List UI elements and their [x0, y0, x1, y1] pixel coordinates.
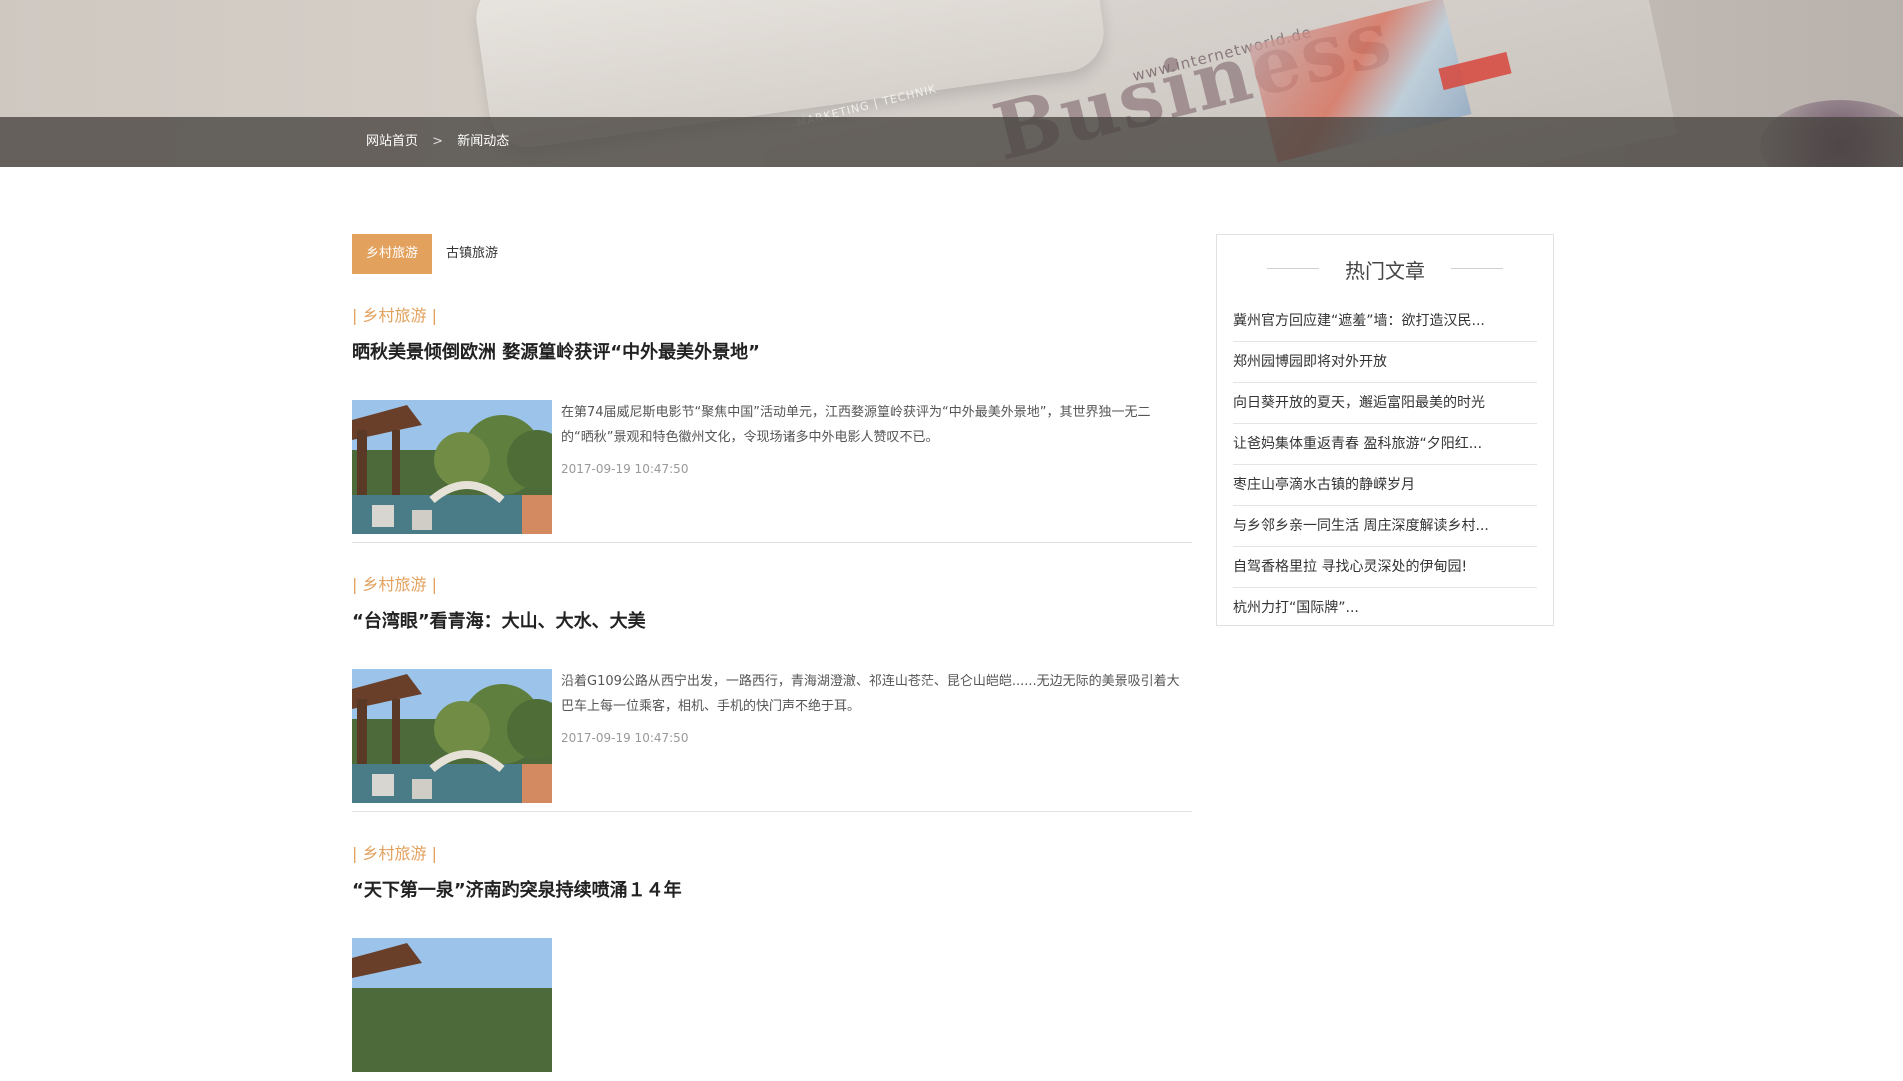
article-category[interactable]: | 乡村旅游 | — [352, 571, 437, 595]
article-title[interactable]: 晒秋美景倾倒欧洲 婺源篁岭获评“中外最美外景地” — [352, 338, 760, 364]
article-date: 2017-09-19 10:47:50 — [561, 462, 689, 476]
page-banner: Business www.internetworld.de -MARKETING… — [0, 0, 1903, 167]
news-list-column: 乡村旅游 古镇旅游 | 乡村旅游 | 晒秋美景倾倒欧洲 婺源篁岭获评“中外最美外… — [352, 234, 1192, 1081]
hot-article-link[interactable]: 向日葵开放的夏天，邂逅富阳最美的时光 — [1233, 383, 1537, 424]
garden-bridge-image — [352, 400, 552, 534]
breadcrumb-separator: > — [432, 134, 444, 149]
hot-articles-list: 冀州官方回应建“遮羞”墙：欲打造汉民... 郑州园博园即将对外开放 向日葵开放的… — [1233, 301, 1537, 628]
article-thumbnail[interactable] — [352, 669, 552, 803]
article-thumbnail[interactable] — [352, 400, 552, 534]
article-date: 2017-09-19 10:47:50 — [561, 731, 689, 745]
header-divider-right — [1451, 268, 1503, 269]
garden-bridge-image — [352, 938, 552, 1072]
article-summary: 在第74届威尼斯电影节“聚焦中国”活动单元，江西婺源篁岭获评为“中外最美外景地”… — [561, 405, 1151, 445]
hot-article-link[interactable]: 杭州力打“国际牌”... — [1233, 588, 1537, 628]
hot-article-link[interactable]: 与乡邻乡亲一同生活 周庄深度解读乡村... — [1233, 506, 1537, 547]
article-title[interactable]: “天下第一泉”济南趵突泉持续喷涌１４年 — [352, 876, 682, 902]
hot-article-link[interactable]: 自驾香格里拉 寻找心灵深处的伊甸园! — [1233, 547, 1537, 588]
article-item: | 乡村旅游 | “台湾眼”看青海：大山、大水、大美 沿着G109公路从西宁出发… — [352, 543, 1192, 812]
breadcrumb-home-link[interactable]: 网站首页 — [366, 134, 418, 149]
article-thumbnail[interactable] — [352, 938, 552, 1072]
breadcrumb-current[interactable]: 新闻动态 — [457, 134, 509, 149]
category-tabs: 乡村旅游 古镇旅游 — [352, 234, 1192, 274]
hot-article-link[interactable]: 冀州官方回应建“遮羞”墙：欲打造汉民... — [1233, 301, 1537, 342]
hot-article-link[interactable]: 郑州园博园即将对外开放 — [1233, 342, 1537, 383]
garden-bridge-image — [352, 669, 552, 803]
article-title[interactable]: “台湾眼”看青海：大山、大水、大美 — [352, 607, 646, 633]
article-item: | 乡村旅游 | 晒秋美景倾倒欧洲 婺源篁岭获评“中外最美外景地” 在第74届威… — [352, 274, 1192, 543]
article-summary: 沿着G109公路从西宁出发，一路西行，青海湖澄澈、祁连山苍茫、昆仑山皑皑....… — [561, 674, 1180, 714]
breadcrumb: 网站首页 > 新闻动态 — [366, 117, 509, 167]
hot-article-link[interactable]: 让爸妈集体重返青春 盈科旅游“夕阳红... — [1233, 424, 1537, 465]
breadcrumb-bar: 网站首页 > 新闻动态 — [0, 117, 1903, 167]
hot-articles-panel: 热门文章 冀州官方回应建“遮羞”墙：欲打造汉民... 郑州园博园即将对外开放 向… — [1216, 234, 1554, 626]
hot-articles-header: 热门文章 — [1217, 235, 1553, 301]
article-category[interactable]: | 乡村旅游 | — [352, 302, 437, 326]
article-item: | 乡村旅游 | “天下第一泉”济南趵突泉持续喷涌１４年 — [352, 812, 1192, 1081]
article-category[interactable]: | 乡村旅游 | — [352, 840, 437, 864]
tab-rural-tourism[interactable]: 乡村旅游 — [352, 234, 433, 274]
hot-article-link[interactable]: 枣庄山亭滴水古镇的静嵘岁月 — [1233, 465, 1537, 506]
hot-articles-title: 热门文章 — [1345, 259, 1425, 283]
tab-ancient-town-tourism[interactable]: 古镇旅游 — [432, 234, 512, 274]
